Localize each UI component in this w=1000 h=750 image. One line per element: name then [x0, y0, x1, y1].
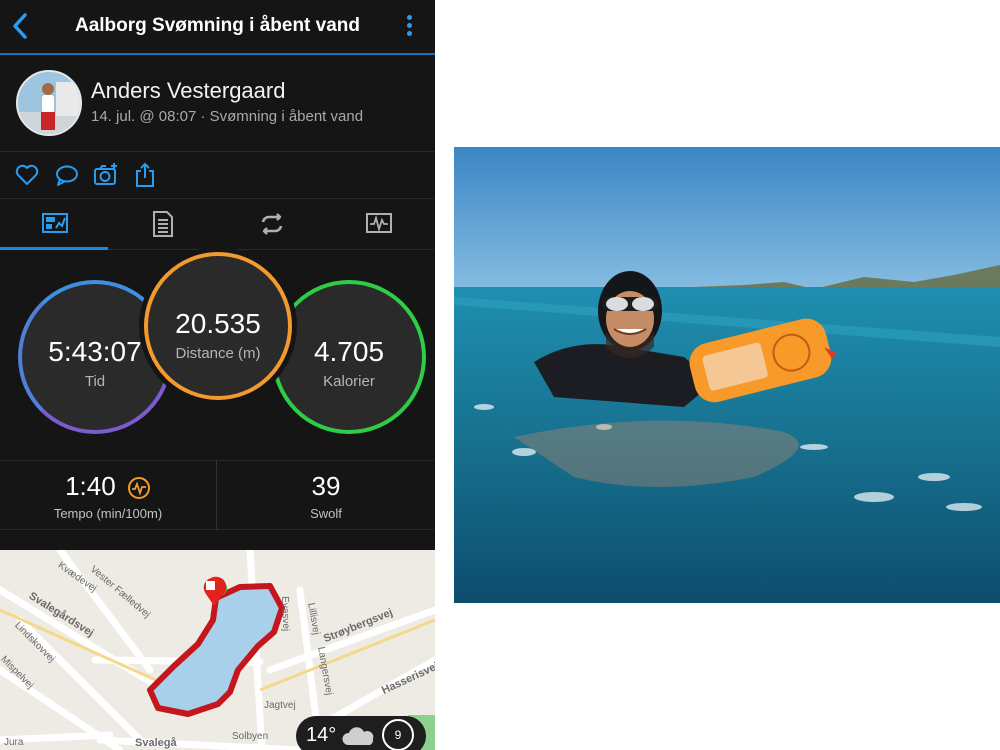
avatar[interactable] — [16, 70, 82, 136]
action-bar — [0, 152, 435, 199]
distance-value: 20.535 — [175, 308, 261, 339]
chevron-left-icon — [13, 13, 27, 39]
heart-icon — [15, 164, 39, 185]
time-label: Tid — [84, 373, 106, 390]
pace-value: 1:40 — [65, 471, 116, 501]
street-label: Solbyen — [232, 731, 269, 742]
tab-details[interactable] — [108, 199, 216, 249]
top-bar: Aalborg Svømning i åbent vand — [0, 0, 435, 55]
street-label: Svalegå — [135, 737, 177, 749]
camera-add-icon — [94, 163, 117, 185]
distance-ring: 20.535 Distance (m) — [144, 252, 292, 400]
weather-badge: 14° 9 — [296, 716, 426, 750]
pace-zone-icon[interactable] — [127, 476, 151, 500]
more-options-button[interactable] — [403, 13, 415, 41]
add-photo-button[interactable] — [93, 162, 119, 188]
calories-value: 4.705 — [313, 336, 385, 367]
user-name[interactable]: Anders Vestergaard — [91, 78, 285, 104]
street-label: Evasvej — [279, 596, 292, 632]
swolf-label: Swolf — [310, 506, 342, 521]
stats-row: 1:40 Tempo (min/100m) 39 Swolf — [0, 460, 435, 530]
street-label: Jura — [4, 737, 24, 748]
cloud-icon — [342, 727, 374, 745]
graphs-icon — [366, 213, 392, 233]
distance-label: Distance (m) — [175, 345, 261, 362]
back-button[interactable] — [6, 10, 36, 42]
open-water-swim-photo — [454, 147, 1000, 603]
details-icon — [153, 211, 173, 237]
profile-photo — [18, 72, 80, 134]
laps-icon — [261, 213, 283, 235]
wind-compass-icon: 9 — [382, 719, 414, 750]
summary-rings: 5:43:07 Tid 4.705 Kalorier 20.535 Distan… — [0, 250, 435, 438]
tab-bar — [0, 199, 435, 250]
calories-label: Kalorier — [323, 373, 375, 390]
street-label: Jagtvej — [264, 700, 296, 711]
activity-screen: Aalborg Svømning i åbent vand Anders Ves… — [0, 0, 435, 750]
page-title: Aalborg Svømning i åbent vand — [74, 15, 361, 36]
profile-header: Anders Vestergaard 14. jul. @ 08:07 · Sv… — [0, 55, 435, 152]
comment-icon — [56, 165, 78, 186]
swolf-value: 39 — [311, 471, 341, 501]
calories-ring: 4.705 Kalorier — [272, 280, 426, 434]
wind-speed: 9 — [394, 728, 402, 742]
tab-laps[interactable] — [216, 199, 324, 249]
more-dots-icon — [406, 15, 412, 20]
like-button[interactable] — [14, 162, 40, 188]
activity-photo[interactable] — [454, 147, 1000, 603]
summary-icon — [42, 213, 68, 233]
pace-label: Tempo (min/100m) — [53, 506, 163, 521]
tab-graphs[interactable] — [324, 199, 432, 249]
activity-subtitle: 14. jul. @ 08:07 · Svømning i åbent vand — [91, 108, 364, 125]
swolf-stat: 39 Swolf — [217, 461, 435, 529]
temperature-value: 14° — [306, 724, 337, 746]
pace-stat: 1:40 Tempo (min/100m) — [0, 461, 216, 529]
share-button[interactable] — [132, 162, 158, 188]
tab-summary[interactable] — [0, 199, 108, 250]
comment-button[interactable] — [54, 162, 80, 188]
share-icon — [136, 162, 154, 187]
